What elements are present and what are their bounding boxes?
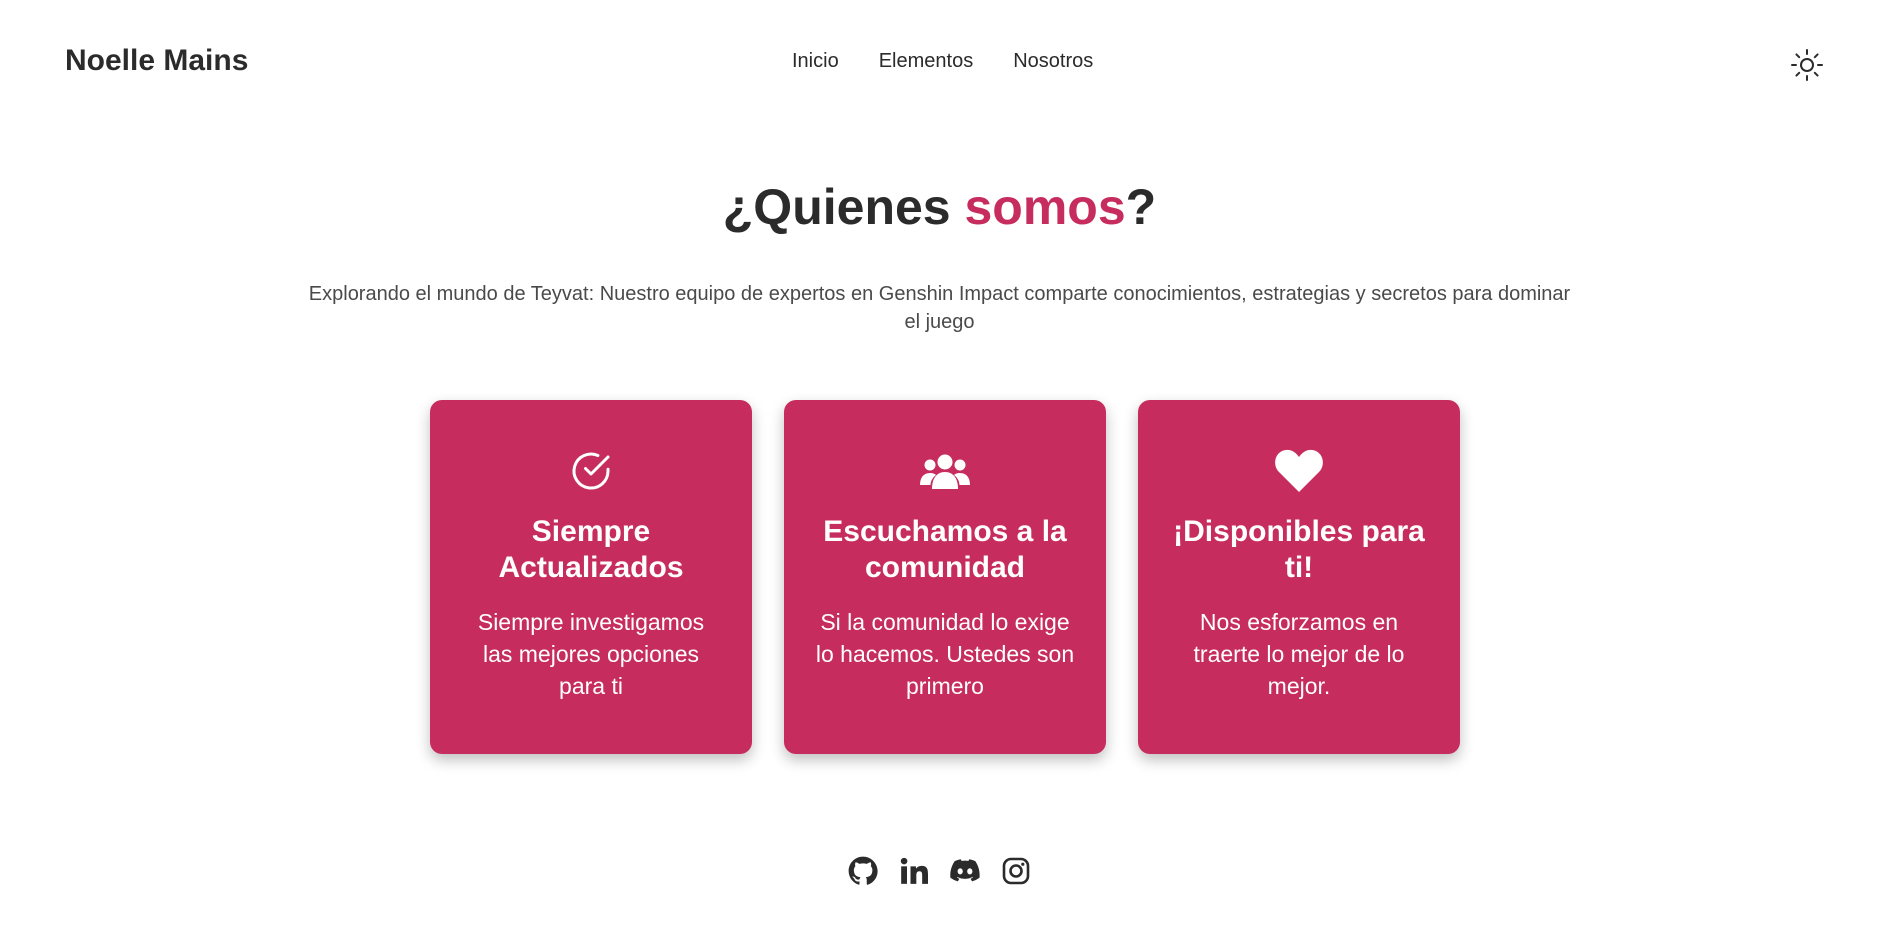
title-accent: somos xyxy=(964,179,1126,235)
feature-card-updated: Siempre Actualizados Siempre investigamo… xyxy=(430,400,752,754)
site-header: Noelle Mains Inicio Elementos Nosotros xyxy=(0,0,1879,130)
nav-link-elementos[interactable]: Elementos xyxy=(879,50,974,73)
card-text: Nos esforzamos en traerte lo mejor de lo… xyxy=(1193,609,1405,699)
feature-card-community: Escuchamos a la comunidad Si la comunida… xyxy=(784,400,1106,754)
card-text: Si la comunidad lo exige lo hacemos. Ust… xyxy=(815,609,1075,699)
card-title: ¡Disponibles para ti! xyxy=(1173,515,1425,584)
main-nav: Inicio Elementos Nosotros xyxy=(792,50,1093,73)
discord-icon[interactable] xyxy=(950,855,981,886)
nav-link-inicio[interactable]: Inicio xyxy=(792,50,839,73)
sun-icon[interactable] xyxy=(1790,48,1824,82)
linkedin-icon[interactable] xyxy=(899,855,930,886)
title-suffix: ? xyxy=(1125,179,1157,235)
brand-logo[interactable]: Noelle Mains xyxy=(65,44,248,78)
instagram-icon[interactable] xyxy=(1001,855,1032,886)
page-title: ¿Quienes somos? xyxy=(0,178,1879,236)
feature-cards: Siempre Actualizados Siempre investigamo… xyxy=(430,400,1460,754)
card-title: Siempre Actualizados xyxy=(498,515,684,584)
card-text: Siempre investigamos las mejores opcione… xyxy=(477,609,705,699)
github-icon[interactable] xyxy=(848,855,879,886)
nav-link-nosotros[interactable]: Nosotros xyxy=(1013,50,1093,73)
check-circle-icon xyxy=(460,448,722,494)
card-title: Escuchamos a la comunidad xyxy=(823,515,1067,584)
page-subtitle: Explorando el mundo de Teyvat: Nuestro e… xyxy=(308,283,1571,333)
users-icon xyxy=(814,448,1076,494)
heart-icon xyxy=(1168,448,1430,494)
title-prefix: ¿Quienes xyxy=(722,179,965,235)
social-footer xyxy=(0,855,1879,886)
feature-card-available: ¡Disponibles para ti! Nos esforzamos en … xyxy=(1138,400,1460,754)
